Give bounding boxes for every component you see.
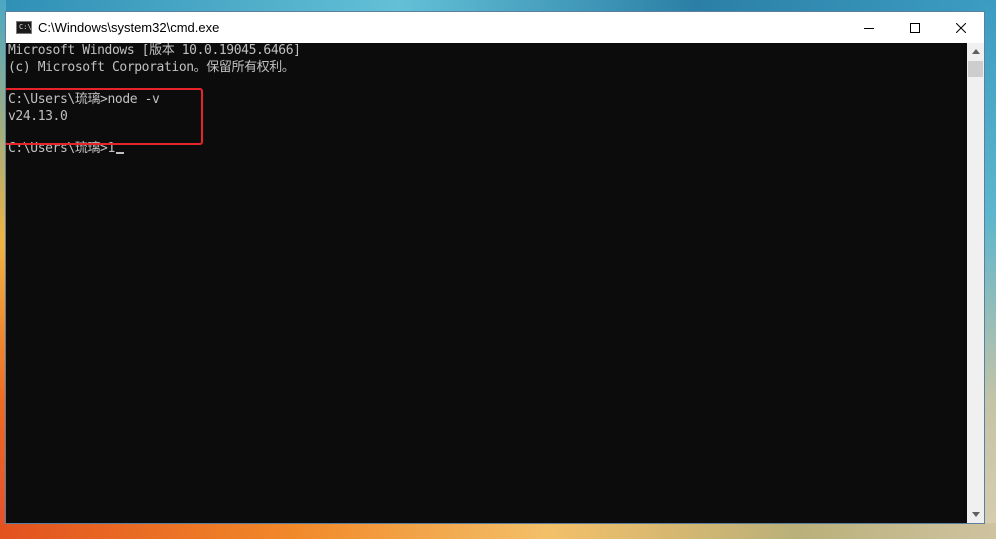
text-cursor [115, 152, 124, 154]
console-line-node-version: v24.13.0 [8, 109, 68, 124]
minimize-button[interactable] [846, 12, 892, 43]
console-line-version: Microsoft Windows [版本 10.0.19045.6466] [8, 43, 301, 58]
console-line-prompt[interactable]: C:\Users\琉璃>1 [8, 141, 124, 157]
title-bar[interactable]: C:\ C:\Windows\system32\cmd.exe [6, 12, 984, 43]
close-button[interactable] [938, 12, 984, 43]
console-line-command: C:\Users\琉璃>node -v [8, 92, 160, 107]
desktop-wallpaper-bottom [0, 523, 996, 539]
scroll-down-arrow-icon [971, 512, 980, 517]
window-title: C:\Windows\system32\cmd.exe [38, 20, 220, 35]
scroll-down-button[interactable] [967, 506, 984, 523]
cmd-icon-glyph: C:\ [19, 23, 32, 31]
maximize-icon [910, 22, 920, 33]
console-line-copyright: (c) Microsoft Corporation。保留所有权利。 [8, 60, 295, 75]
scroll-thumb[interactable] [968, 61, 983, 77]
close-icon [956, 22, 966, 33]
desktop-wallpaper-top [0, 0, 996, 12]
cmd-window: C:\ C:\Windows\system32\cmd.exe Microsof… [6, 12, 984, 523]
scroll-up-arrow-icon [971, 49, 980, 54]
maximize-button[interactable] [892, 12, 938, 43]
minimize-icon [864, 27, 874, 29]
desktop-wallpaper-right [984, 0, 996, 539]
vertical-scrollbar[interactable] [967, 43, 984, 523]
scroll-up-button[interactable] [967, 43, 984, 60]
console-prompt-text: C:\Users\琉璃>1 [8, 141, 115, 156]
console-output[interactable]: Microsoft Windows [版本 10.0.19045.6466] (… [6, 43, 967, 523]
cmd-console-icon[interactable]: C:\ [16, 21, 32, 34]
